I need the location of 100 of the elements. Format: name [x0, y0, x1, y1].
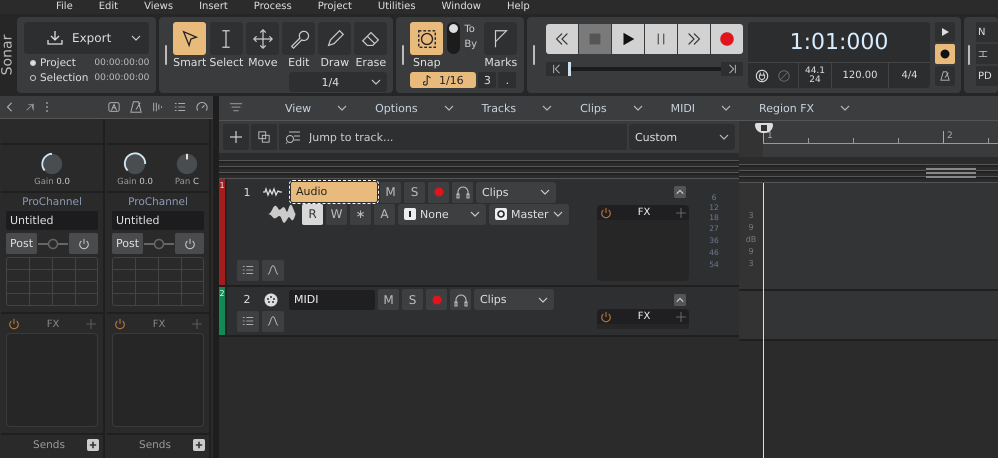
preset-field[interactable]: Untitled: [112, 211, 204, 230]
input-dropdown[interactable]: None: [398, 204, 486, 224]
export-button[interactable]: Export: [24, 22, 150, 54]
menu-item[interactable]: Project: [318, 0, 352, 14]
collapse-button[interactable]: [674, 294, 686, 306]
edit-tool-button[interactable]: [282, 22, 316, 55]
automation-button[interactable]: ∗: [350, 204, 371, 224]
draw-tool-button[interactable]: [318, 22, 352, 55]
play-button[interactable]: [612, 24, 644, 54]
go-to-end-button[interactable]: [721, 62, 743, 76]
clips-dropdown[interactable]: Clips: [476, 182, 556, 202]
power-icon[interactable]: [8, 318, 20, 330]
track-list-button[interactable]: [237, 310, 259, 332]
erase-tool-button[interactable]: [354, 22, 388, 55]
snap-resolution-button[interactable]: 1/16: [410, 72, 476, 88]
power-icon[interactable]: [600, 206, 612, 218]
grip-handle[interactable]: [968, 45, 970, 65]
snap-dot-button[interactable]: .: [498, 72, 516, 88]
go-to-start-button[interactable]: [546, 62, 568, 76]
view-menu-item[interactable]: Tracks: [454, 102, 552, 114]
mute-button[interactable]: M: [378, 289, 399, 310]
splitter-grip[interactable]: [926, 166, 976, 178]
add-track-button[interactable]: [223, 124, 249, 150]
grip-handle[interactable]: [402, 45, 404, 65]
radio-button[interactable]: [30, 60, 36, 66]
automation-lane-button[interactable]: [262, 260, 284, 280]
view-menu-item[interactable]: Options: [347, 102, 454, 114]
add-send-button[interactable]: [193, 439, 205, 451]
plug-icon[interactable]: [755, 68, 769, 82]
automation-button[interactable]: W: [326, 204, 347, 224]
power-button[interactable]: [175, 233, 204, 254]
radio-button[interactable]: [30, 75, 36, 81]
meter-readout[interactable]: 4/4: [889, 63, 930, 88]
preset-field[interactable]: Untitled: [6, 211, 98, 230]
metronome-icon[interactable]: [130, 101, 142, 113]
play-button[interactable]: [935, 22, 955, 42]
list-icon[interactable]: [174, 101, 186, 113]
power-icon[interactable]: [600, 310, 612, 322]
menu-item[interactable]: Process: [254, 0, 292, 14]
grip-handle[interactable]: [165, 45, 168, 65]
panel-button[interactable]: [976, 44, 998, 64]
chevron-left-icon[interactable]: [5, 102, 15, 112]
monitor-button[interactable]: [452, 182, 473, 202]
select-tool-button[interactable]: [210, 22, 243, 55]
monitor-button[interactable]: [450, 289, 471, 310]
marks-button[interactable]: [484, 22, 518, 55]
menu-item[interactable]: Utilities: [378, 0, 416, 14]
view-menu-item[interactable]: MIDI: [642, 102, 732, 114]
tempo-readout[interactable]: 120.00: [832, 63, 889, 88]
output-dropdown[interactable]: Master: [489, 204, 569, 224]
record-mode-button[interactable]: [935, 44, 955, 64]
menu-item[interactable]: Views: [144, 0, 174, 14]
gain-knob[interactable]: [40, 152, 64, 176]
pin-icon[interactable]: [25, 102, 35, 112]
snap-button[interactable]: [410, 22, 444, 55]
toggle-switch[interactable]: [447, 22, 460, 54]
view-menu-item[interactable]: View: [243, 102, 348, 114]
automation-button[interactable]: A: [374, 204, 395, 224]
add-send-button[interactable]: [87, 439, 99, 451]
track-name-field[interactable]: MIDI: [289, 290, 375, 310]
post-button[interactable]: Post: [6, 233, 38, 254]
playhead-marker[interactable]: [755, 123, 773, 133]
slider-thumb[interactable]: [568, 62, 571, 76]
power-button[interactable]: [69, 233, 98, 254]
solo-button[interactable]: S: [402, 289, 423, 310]
post-button[interactable]: Post: [112, 233, 144, 254]
track-header[interactable]: 2 2 MIDI M S Clips FX: [219, 287, 739, 337]
grip-handle[interactable]: [533, 45, 535, 65]
search-icon[interactable]: [279, 124, 305, 150]
menu-item[interactable]: Window: [442, 0, 481, 14]
menu-item[interactable]: File: [56, 0, 73, 14]
preset-dropdown[interactable]: Custom: [629, 124, 735, 150]
move-tool-button[interactable]: [246, 22, 280, 55]
add-icon[interactable]: [676, 208, 686, 218]
automation-lane-button[interactable]: [262, 310, 284, 332]
frame-icon[interactable]: [108, 101, 120, 113]
smart-tool-button[interactable]: [173, 22, 206, 55]
menu-item[interactable]: Edit: [98, 0, 118, 14]
track-name-field[interactable]: Audio: [291, 182, 377, 202]
duplicate-button[interactable]: [251, 124, 277, 150]
forward-button[interactable]: [678, 24, 710, 54]
track-list-button[interactable]: [237, 260, 259, 280]
menu-item[interactable]: Insert: [199, 0, 228, 14]
gauge-icon[interactable]: [196, 101, 208, 113]
panel-button[interactable]: N: [976, 22, 998, 42]
record-button[interactable]: [711, 24, 743, 54]
resolution-dropdown[interactable]: 1/4: [289, 72, 388, 92]
view-menu-item[interactable]: Clips: [552, 102, 643, 114]
automation-button[interactable]: R: [302, 204, 323, 224]
snap-count[interactable]: 3: [478, 72, 496, 88]
view-menu-item[interactable]: Region FX: [731, 102, 850, 114]
add-icon[interactable]: [676, 312, 686, 322]
clips-dropdown[interactable]: Clips: [474, 289, 554, 310]
mute-button[interactable]: M: [380, 182, 401, 202]
power-icon[interactable]: [114, 318, 126, 330]
metronome-button[interactable]: [935, 66, 955, 86]
bars-icon[interactable]: [152, 101, 164, 113]
more-icon[interactable]: [45, 101, 49, 113]
solo-button[interactable]: S: [404, 182, 425, 202]
rewind-button[interactable]: [546, 24, 578, 54]
